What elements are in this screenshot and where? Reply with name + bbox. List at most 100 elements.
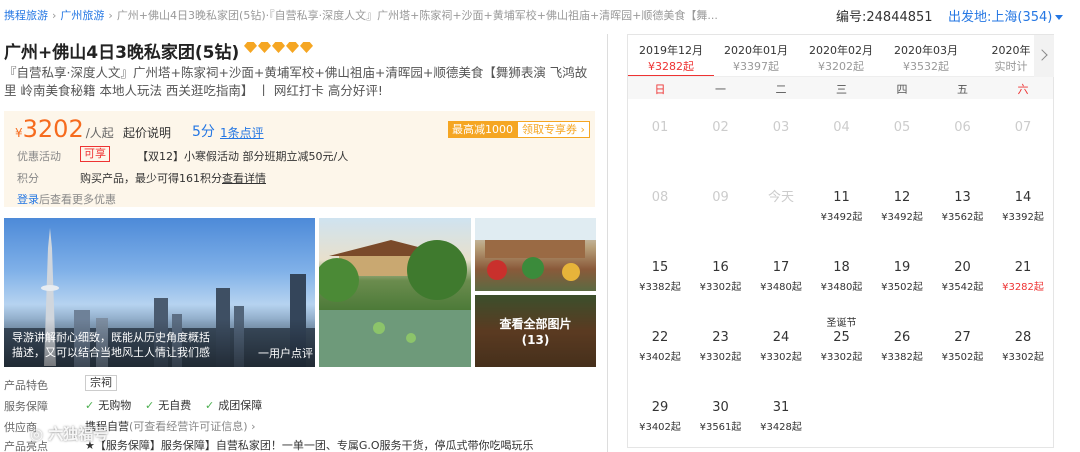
calendar-day[interactable]: 22 ¥3402起 <box>630 317 690 387</box>
weekday-label: 六 <box>1017 83 1029 96</box>
calendar-day[interactable]: 19 ¥3502起 <box>872 247 932 317</box>
holiday-label <box>691 247 751 260</box>
calendar-day[interactable]: 23 ¥3302起 <box>691 317 751 387</box>
weekday-label: 三 <box>836 83 847 96</box>
review-count-link[interactable]: 1条点评 <box>220 124 264 141</box>
calendar-day[interactable]: 26 ¥3382起 <box>872 317 932 387</box>
holiday-label <box>630 387 690 400</box>
month-tab[interactable]: 2019年12月 ¥3282起 <box>628 35 714 76</box>
guarantee-item-label: 无自费 <box>158 399 192 412</box>
coupon-banner[interactable]: 最高减1000 领取专享券 › <box>448 121 590 138</box>
month-tab-price: ¥3532起 <box>903 60 949 73</box>
calendar-day[interactable]: 28 ¥3302起 <box>993 317 1053 387</box>
next-months-button[interactable] <box>1034 35 1054 77</box>
holiday-label <box>630 317 690 330</box>
day-number: 07 <box>1014 120 1032 135</box>
holiday-label <box>933 317 993 330</box>
diamond-icon <box>286 42 299 53</box>
diamond-icon <box>272 42 285 53</box>
calendar-day[interactable]: 31 ¥3428起 <box>751 387 811 452</box>
calendar-day[interactable]: 30 ¥3561起 <box>691 387 751 452</box>
get-coupon-button[interactable]: 领取专享券 › <box>517 121 590 138</box>
holiday-label <box>691 317 751 330</box>
holiday-label <box>630 177 690 190</box>
breadcrumb-separator: › <box>108 9 113 22</box>
holiday-label <box>812 177 872 190</box>
day-number: 23 <box>712 330 729 345</box>
calendar-day[interactable]: 27 ¥3502起 <box>933 317 993 387</box>
guarantee-label: 服务保障 <box>4 400 48 413</box>
month-tab[interactable]: 2020年02月 ¥3202起 <box>798 35 884 76</box>
holiday-label <box>933 247 993 260</box>
watermark: ◎ 六独福号 <box>30 425 109 443</box>
calendar-day[interactable]: 圣诞节 25 ¥3302起 <box>812 317 872 387</box>
day-price: ¥3502起 <box>941 352 984 363</box>
day-number: 今天 <box>767 190 794 205</box>
holiday-label <box>630 107 690 120</box>
holiday-label <box>751 387 811 400</box>
day-number: 12 <box>893 190 911 205</box>
calendar-day[interactable]: 16 ¥3302起 <box>691 247 751 317</box>
weekday-label: 五 <box>957 83 968 96</box>
month-tab[interactable]: 2020年03月 ¥3532起 <box>883 35 969 76</box>
day-price: ¥3562起 <box>941 212 984 223</box>
calendar-day[interactable]: 20 ¥3542起 <box>933 247 993 317</box>
lion-dance-photo[interactable] <box>475 218 596 291</box>
holiday-label <box>872 247 932 260</box>
price-currency: ¥ <box>15 126 23 140</box>
breadcrumb-city-link[interactable]: 广州旅游 <box>60 9 104 22</box>
day-number: 22 <box>651 330 669 345</box>
main-photo[interactable]: 导游讲解耐心细致，既能从历史角度概括 描述，又可以结合当地风土人情让我们感 一用… <box>4 218 315 367</box>
price-explain-link[interactable]: 起价说明 <box>123 124 171 141</box>
calendar-day[interactable]: 17 ¥3480起 <box>751 247 811 317</box>
calendar-day: 02 <box>691 107 751 177</box>
points-label: 积分 <box>17 172 39 185</box>
review-score: 5分 <box>192 124 215 140</box>
month-tab[interactable]: 2020年01月 ¥3397起 <box>713 35 799 76</box>
view-all-photos-button[interactable]: 查看全部图片 (13) <box>475 295 596 367</box>
garden-illustration <box>319 240 471 367</box>
check-icon: ✓ <box>205 399 215 412</box>
holiday-label <box>751 107 811 120</box>
weekday-label: 一 <box>715 83 726 96</box>
promo-text: 【双12】小寒假活动 部分班期立减50元/人 <box>137 150 349 163</box>
guarantee-item: ✓ 无购物 <box>85 397 131 413</box>
supplier-info-link[interactable]: 携程自营(可查看经营许可证信息) › <box>85 418 255 434</box>
calendar-day[interactable]: 14 ¥3392起 <box>993 177 1053 247</box>
calendar-day[interactable]: 29 ¥3402起 <box>630 387 690 452</box>
holiday-label <box>812 107 872 120</box>
garden-photo[interactable] <box>319 218 471 367</box>
weekday-header: 日一二三四五六 <box>628 77 1053 99</box>
calendar-day[interactable]: 12 ¥3492起 <box>872 177 932 247</box>
day-number: 18 <box>833 260 850 275</box>
caption-line-2: 描述，又可以结合当地风土人情让我们感 <box>12 346 210 359</box>
points-detail-link[interactable]: 查看详情 <box>222 170 266 186</box>
calendar-day[interactable]: 11 ¥3492起 <box>812 177 872 247</box>
calendar-day[interactable]: 13 ¥3562起 <box>933 177 993 247</box>
chevron-down-icon <box>1055 15 1064 20</box>
calendar-day[interactable]: 18 ¥3480起 <box>812 247 872 317</box>
day-price: ¥3542起 <box>941 282 984 293</box>
day-number: 20 <box>954 260 971 275</box>
calendar-day[interactable]: 21 ¥3282起 <box>993 247 1053 317</box>
guarantee-item-label: 无购物 <box>98 399 132 412</box>
calendar-day: 09 <box>691 177 751 247</box>
day-price: ¥3402起 <box>639 352 681 363</box>
departure-city-selector[interactable]: 出发地:上海(354) <box>948 6 1064 25</box>
holiday-label <box>933 107 993 120</box>
day-price: ¥3561起 <box>699 422 742 433</box>
month-tab-label: 2020年02月 <box>809 44 873 57</box>
day-price: ¥3428起 <box>760 422 802 433</box>
calendar-day[interactable]: 15 ¥3382起 <box>630 247 690 317</box>
promo-tag: 可享 <box>80 146 110 162</box>
holiday-label <box>993 107 1053 120</box>
holiday-label <box>751 177 811 190</box>
holiday-label <box>872 177 932 190</box>
breadcrumb-home-link[interactable]: 携程旅游 <box>4 9 48 22</box>
calendar-day[interactable]: 24 ¥3302起 <box>751 317 811 387</box>
month-tab-price: ¥3397起 <box>733 60 779 73</box>
day-number: 04 <box>833 120 850 135</box>
holiday-label <box>630 247 690 260</box>
login-link[interactable]: 登录 <box>17 193 39 206</box>
weekday-label: 二 <box>775 83 787 96</box>
